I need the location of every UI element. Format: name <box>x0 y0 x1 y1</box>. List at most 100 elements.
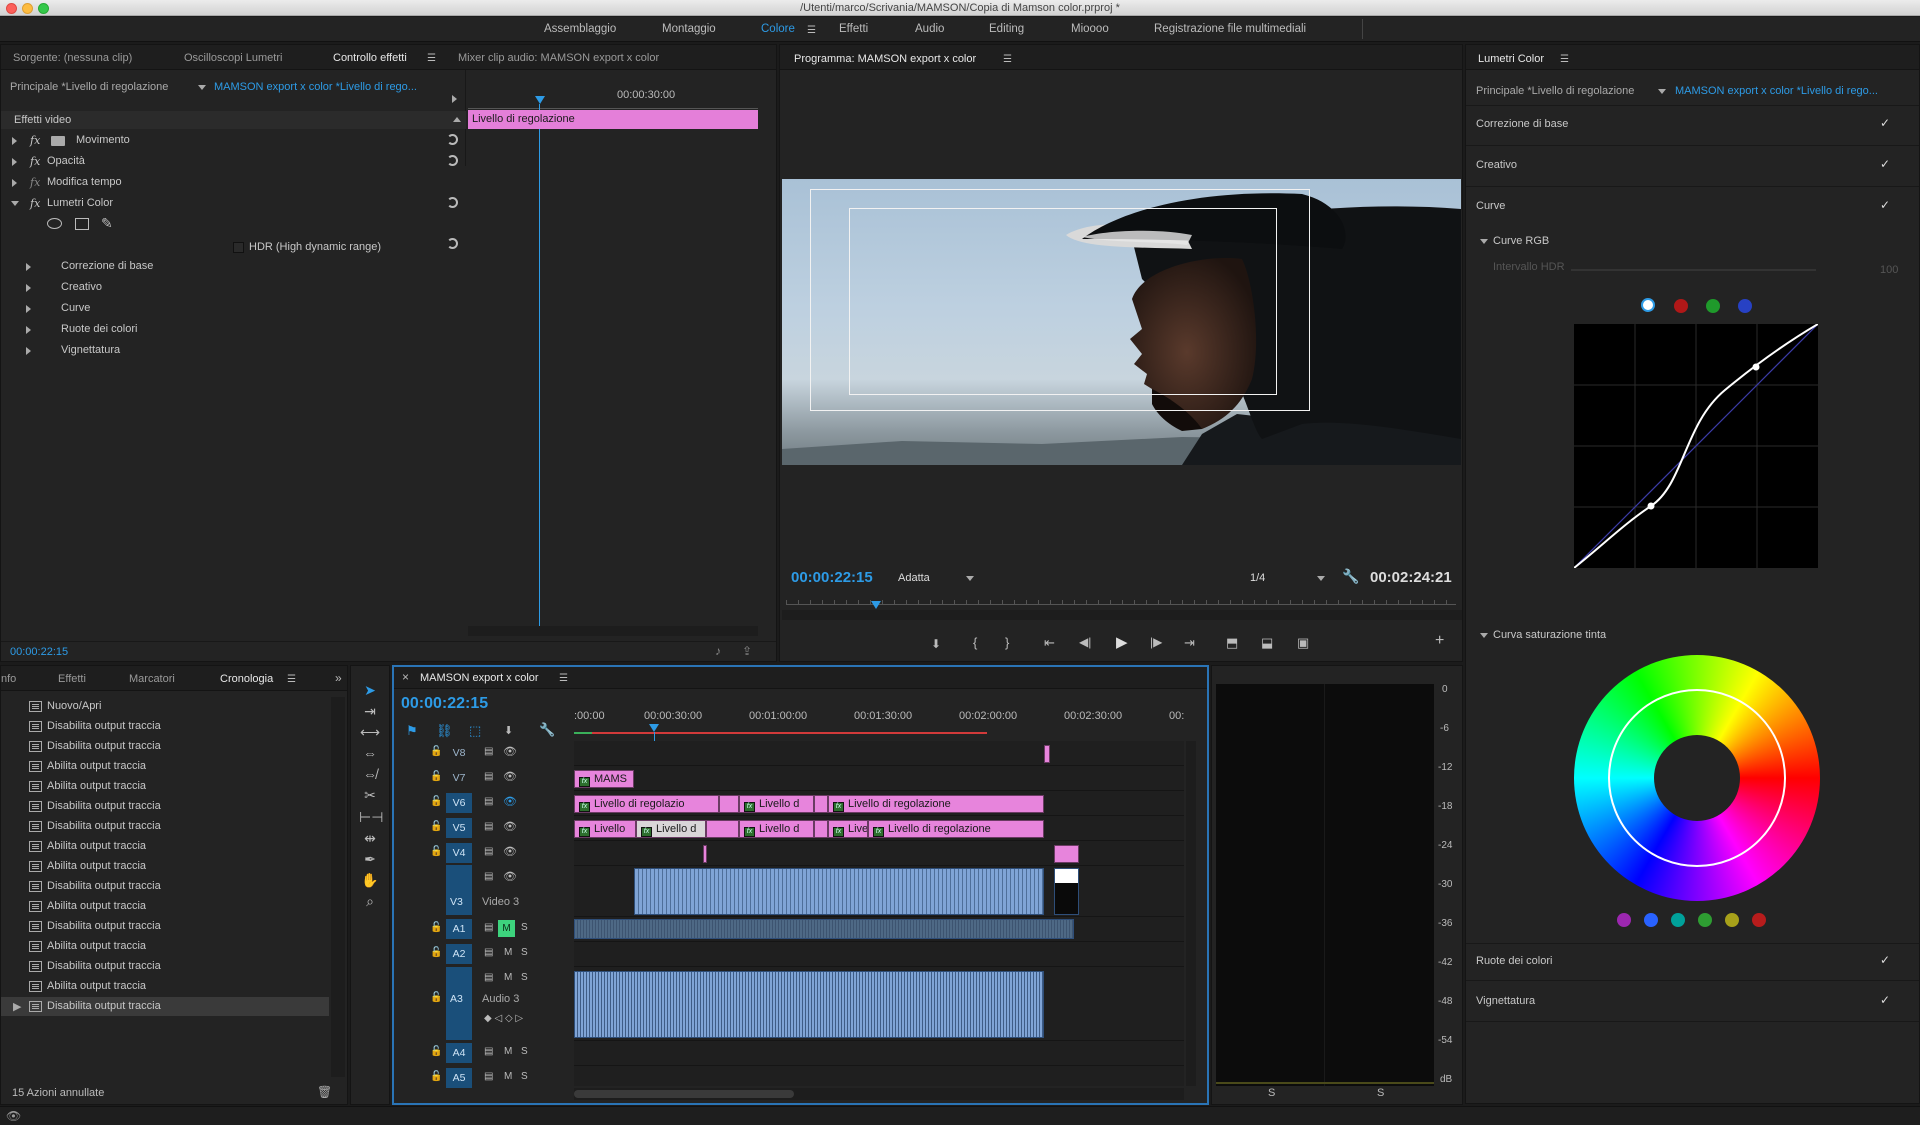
wrench-icon[interactable]: 🔧 <box>1342 568 1359 585</box>
panel-menu-icon[interactable]: ☰ <box>559 673 568 684</box>
lock-icon[interactable]: 🔓 <box>430 746 442 757</box>
history-item[interactable]: Disabilita output traccia <box>1 917 329 936</box>
mute-button[interactable]: M <box>504 947 512 958</box>
lock-icon[interactable]: 🔓 <box>430 846 442 857</box>
expand-timeline-icon[interactable] <box>452 95 457 103</box>
workspace-editing[interactable]: Editing <box>989 23 1024 35</box>
timeline-clip[interactable]: fx MAMS <box>574 770 634 788</box>
tab-info[interactable]: nfo <box>1 673 16 685</box>
sync-lock-icon[interactable]: ▤ <box>484 746 493 757</box>
history-item[interactable]: Disabilita output traccia <box>1 737 329 756</box>
ec-current-time[interactable]: 00:00:22:15 <box>10 646 68 658</box>
history-item[interactable]: Abilita output traccia <box>1 897 329 916</box>
lumetri-title[interactable]: Lumetri Color <box>1478 53 1544 65</box>
lumetri-section-creativo[interactable]: Creativo <box>1476 159 1517 171</box>
timeline-clip[interactable] <box>703 845 707 863</box>
hand-tool-icon[interactable]: ✋ <box>359 872 381 890</box>
subsection-vignettatura[interactable]: Vignettatura <box>61 344 120 356</box>
eye-icon[interactable]: 👁 <box>503 770 517 783</box>
program-timecode[interactable]: 00:00:22:15 <box>791 569 873 586</box>
timeline-clip[interactable]: fx Live <box>828 820 868 838</box>
effect-lumetri-color[interactable]: Lumetri Color <box>47 197 113 209</box>
lock-icon[interactable]: 🔓 <box>430 771 442 782</box>
curve-channel-green[interactable] <box>1706 299 1720 313</box>
timeline-clip[interactable] <box>1054 845 1079 863</box>
tab-markers[interactable]: Marcatori <box>129 673 175 685</box>
timeline-clip[interactable] <box>719 795 739 813</box>
workspace-effetti[interactable]: Effetti <box>839 23 868 35</box>
expand-icon[interactable] <box>26 326 31 334</box>
solo-button[interactable]: S <box>521 1046 528 1057</box>
workspace-menu-icon[interactable]: ☰ <box>807 25 816 36</box>
history-item[interactable]: Abilita output traccia <box>1 777 329 796</box>
ruote-checkbox[interactable]: ✓ <box>1880 953 1890 967</box>
pen-mask-icon[interactable]: ✎ <box>101 215 113 232</box>
keyframe-icon[interactable]: ◆ ◁ ◇ ▷ <box>484 1013 523 1024</box>
timeline-audio-clip[interactable] <box>574 919 1074 939</box>
tab-effects[interactable]: Effetti <box>58 673 86 685</box>
rgb-curve-graph[interactable] <box>1574 324 1818 568</box>
tab-audio-clip-mixer[interactable]: Mixer clip audio: MAMSON export x color <box>458 52 659 64</box>
subsection-correzione[interactable]: Correzione di base <box>61 260 153 272</box>
curve-channel-luma[interactable] <box>1641 298 1655 312</box>
share-icon[interactable]: ⇪ <box>742 644 752 658</box>
fit-dropdown-icon[interactable] <box>966 576 974 581</box>
history-item[interactable]: Abilita output traccia <box>1 937 329 956</box>
zoom-tool-icon[interactable]: ⌕ <box>359 893 381 911</box>
eye-icon[interactable]: 👁 <box>503 870 517 883</box>
sync-lock-icon[interactable]: ▤ <box>484 1046 493 1057</box>
hue-swatch-yellow[interactable] <box>1725 913 1739 927</box>
curve-checkbox[interactable]: ✓ <box>1880 198 1890 212</box>
fit-dropdown[interactable]: Adatta <box>898 572 930 584</box>
ec-clip-bar[interactable]: Livello di regolazione <box>468 110 758 129</box>
history-item[interactable]: Abilita output traccia <box>1 837 329 856</box>
timeline-settings-wrench-icon[interactable]: 🔧 <box>539 722 555 738</box>
expand-modifica-tempo-icon[interactable] <box>12 179 17 187</box>
timeline-clip[interactable]: fx Livello di regolazio <box>574 795 719 813</box>
curve-rgb-expand-icon[interactable] <box>1480 239 1488 244</box>
lift-icon[interactable]: ⬒ <box>1226 635 1238 651</box>
eye-icon[interactable]: 👁 <box>503 845 517 858</box>
step-forward-icon[interactable]: |▶ <box>1150 635 1162 649</box>
tab-lumetri-scopes[interactable]: Oscilloscopi Lumetri <box>184 52 282 64</box>
program-zoom-scrollbar[interactable] <box>782 610 1462 620</box>
sync-lock-icon[interactable]: ▤ <box>484 821 493 832</box>
play-icon[interactable]: ▶ <box>1116 633 1128 651</box>
timeline-audio-clip[interactable] <box>574 971 1044 1038</box>
lumetri-section-curve[interactable]: Curve <box>1476 200 1505 212</box>
lumetri-dropdown-icon[interactable] <box>1658 89 1666 94</box>
solo-left-button[interactable]: S <box>1268 1087 1275 1099</box>
mute-button[interactable]: M <box>504 1071 512 1082</box>
workspace-montaggio[interactable]: Montaggio <box>662 23 716 35</box>
expand-icon[interactable] <box>26 305 31 313</box>
eye-icon[interactable]: 👁 <box>503 745 517 758</box>
expand-icon[interactable] <box>26 284 31 292</box>
tab-source[interactable]: Sorgente: (nessuna clip) <box>13 52 132 64</box>
trash-icon[interactable]: 🗑 <box>317 1085 332 1099</box>
clip-dropdown-icon[interactable] <box>198 85 206 90</box>
program-time-ruler[interactable] <box>786 593 1456 605</box>
track-select-tool-icon[interactable]: ⇥ <box>359 703 381 721</box>
history-scrollbar[interactable] <box>331 697 345 1077</box>
effect-opacita[interactable]: Opacità <box>47 155 85 167</box>
sync-lock-icon[interactable]: ▤ <box>484 1071 493 1082</box>
track-name[interactable]: A2 <box>446 944 472 964</box>
extract-icon[interactable]: ⬓ <box>1261 635 1273 651</box>
subsection-ruote[interactable]: Ruote dei colori <box>61 323 137 335</box>
timeline-clip[interactable]: fx Livello di regolazione <box>868 820 1044 838</box>
resolution-dropdown[interactable]: 1/4 <box>1250 572 1265 584</box>
lumetri-section-vignettatura[interactable]: Vignettatura <box>1476 995 1535 1007</box>
curve-channel-blue[interactable] <box>1738 299 1752 313</box>
workspace-audio[interactable]: Audio <box>915 23 944 35</box>
track-name-a3[interactable]: A3 <box>450 993 463 1005</box>
program-title[interactable]: Programma: MAMSON export x color <box>794 53 976 65</box>
solo-button[interactable]: S <box>521 922 528 933</box>
tab-effect-controls[interactable]: Controllo effetti <box>333 52 407 64</box>
snap-icon[interactable]: ⚑ <box>406 723 418 739</box>
sync-lock-icon[interactable]: ▤ <box>484 922 493 933</box>
status-eye-icon[interactable]: 👁 <box>6 1109 21 1123</box>
track-name[interactable]: A4 <box>446 1043 472 1063</box>
track-name[interactable]: V4 <box>446 843 472 863</box>
master-clip-label[interactable]: Principale *Livello di regolazione <box>10 81 168 93</box>
history-item[interactable]: Disabilita output traccia <box>1 957 329 976</box>
